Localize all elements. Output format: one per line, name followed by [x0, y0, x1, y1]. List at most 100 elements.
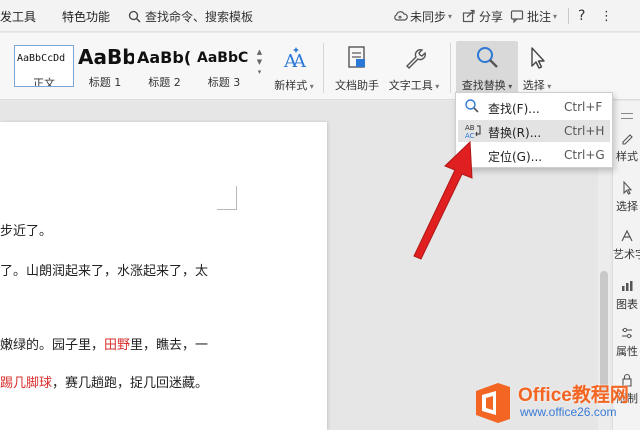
sliders-icon: [622, 327, 632, 339]
panel-select[interactable]: 选择: [613, 180, 640, 214]
pen-icon: [622, 134, 633, 145]
ribbon: AaBbCcDd 正文 AaBb 标题 1 AaBb( 标题 2 AaBbC 标…: [0, 33, 640, 100]
command-search[interactable]: 查找命令、搜索模板: [128, 6, 253, 26]
menu-item-label: 替换(R)...: [488, 126, 542, 140]
chevron-down-icon: ▾: [553, 11, 558, 21]
find-replace-button[interactable]: 查找替换 ▾: [456, 41, 518, 95]
style-heading-1[interactable]: AaBb 标题 1: [76, 45, 134, 87]
style-label: 标题 1: [88, 76, 122, 87]
select-button[interactable]: 选择 ▾: [518, 41, 556, 95]
search-icon: [465, 99, 479, 113]
annotate-button[interactable]: 批注 ▾: [510, 6, 557, 26]
sync-label: 未同步: [410, 9, 447, 24]
help-button[interactable]: ?: [578, 6, 585, 26]
watermark-brand: Office教程网: [518, 385, 629, 406]
panel-wordart-label: 艺术字: [613, 248, 640, 261]
menu-item-label: 查找(F)...: [488, 102, 540, 116]
style-heading-3[interactable]: AaBbC 标题 3: [195, 45, 253, 87]
style-label: 标题 3: [207, 76, 241, 87]
find-replace-label: 查找替换: [461, 79, 506, 92]
tab-special-features[interactable]: 特色功能: [62, 8, 110, 25]
style-gallery-scroll[interactable]: ▲ ▼ ▾: [255, 47, 264, 87]
menu-item-shortcut: Ctrl+F: [564, 100, 603, 114]
paragraph-line: 踢几脚球，赛几趟跑，捉几回迷藏。: [0, 372, 208, 391]
menu-item-shortcut: Ctrl+G: [564, 148, 605, 162]
style-heading-2[interactable]: AaBb( 标题 2: [135, 45, 194, 87]
svg-text:A: A: [292, 51, 307, 71]
highlight-text: 田野: [104, 338, 131, 353]
tab-bar: 发工具 特色功能 查找命令、搜索模板 未同步 ▾ 分享 批注 ▾ ? ⋮: [0, 0, 640, 32]
cursor-arrow-icon: [531, 47, 545, 69]
new-style-button[interactable]: AA 新样式 ▾: [268, 41, 320, 95]
chevron-down-icon: ▾: [544, 82, 552, 91]
wordart-icon: [621, 229, 633, 242]
text-run: ，赛几趟跑，捉几回迷藏。: [52, 376, 209, 391]
panel-properties-label: 属性: [616, 345, 638, 358]
text-run: 里，瞧去，一: [130, 338, 209, 353]
text-run: 嫩绿的。园子里，: [0, 338, 105, 353]
cloud-icon: [394, 11, 408, 21]
document-helper-icon: [348, 46, 365, 68]
paragraph-line: 步近了。: [0, 224, 53, 239]
tab-developer-tools[interactable]: 发工具: [0, 8, 36, 25]
panel-wordart[interactable]: 艺术字: [613, 229, 640, 262]
svg-text:AB: AB: [465, 124, 475, 132]
scrollbar-thumb[interactable]: [600, 271, 608, 391]
new-style-label: 新样式: [274, 79, 308, 92]
document-page[interactable]: 步近了。 了。山朗润起来了，水涨起来了，太 嫩绿的。园子里，田野里，瞧去，一 踢…: [0, 122, 327, 430]
comment-icon: [510, 10, 524, 23]
paragraph-line: 了。山朗润起来了，水涨起来了，太: [0, 264, 209, 279]
chevron-down-icon: ▾: [505, 82, 513, 91]
watermark-url: www.office26.com: [520, 405, 617, 419]
watermark: Office教程网 www.office26.com: [470, 376, 640, 430]
panel-chart-label: 图表: [616, 298, 638, 311]
search-placeholder: 查找命令、搜索模板: [145, 9, 254, 24]
doc-helper-button[interactable]: 文档助手: [330, 41, 384, 95]
sync-button[interactable]: 未同步 ▾: [393, 6, 452, 26]
menu-item-find[interactable]: 查找(F)... Ctrl+F: [458, 96, 610, 118]
menu-item-goto[interactable]: 定位(G)... Ctrl+G: [458, 144, 610, 166]
doc-helper-label: 文档助手: [335, 79, 379, 92]
wrench-icon: [406, 49, 426, 69]
menu-item-label: 定位(G)...: [488, 150, 543, 164]
text-tools-label: 文字工具: [388, 79, 433, 92]
share-button[interactable]: 分享: [462, 6, 503, 26]
panel-properties[interactable]: 属性: [613, 326, 640, 359]
office-logo-icon: [476, 383, 510, 423]
annotate-label: 批注: [527, 9, 552, 24]
panel-styles-label: 样式: [616, 150, 638, 163]
divider: [323, 43, 324, 93]
share-label: 分享: [479, 9, 504, 24]
menu-item-shortcut: Ctrl+H: [564, 124, 605, 138]
chart-icon: [622, 281, 633, 291]
magnifier-icon: [477, 47, 498, 68]
pointer-arrow: [413, 140, 473, 260]
more-icon: ⋮: [600, 8, 614, 24]
chevron-down-icon: ▾: [448, 11, 453, 21]
style-normal[interactable]: AaBbCcDd 正文: [14, 45, 74, 87]
style-label: 标题 2: [148, 76, 181, 87]
share-icon: [462, 9, 475, 23]
panel-select-label: 选择: [616, 200, 638, 213]
panel-chart[interactable]: 图表: [613, 279, 640, 312]
menu-item-replace[interactable]: AB AC 替换(R)... Ctrl+H: [458, 120, 610, 142]
search-icon: [128, 10, 141, 22]
divider: [568, 8, 569, 24]
chevron-down-icon: ▾: [432, 82, 440, 91]
style-sample: AaBb: [78, 45, 134, 69]
text-tools-button[interactable]: 文字工具 ▾: [384, 41, 444, 95]
more-button[interactable]: ⋮: [600, 6, 614, 26]
panel-collapse-handle[interactable]: [621, 113, 633, 119]
style-sample: AaBb(: [137, 48, 192, 67]
margin-corner-mark: [217, 186, 237, 210]
select-label: 选择: [522, 79, 545, 92]
new-style-icon: AA: [283, 47, 307, 71]
cursor-arrow-icon: [623, 180, 633, 195]
style-sample: AaBbCcDd: [17, 53, 66, 64]
divider: [450, 43, 451, 93]
chevron-down-icon: ▾: [307, 82, 314, 91]
highlight-text: 踢几脚球: [0, 376, 53, 391]
panel-styles[interactable]: 样式: [613, 131, 640, 164]
paragraph-line: 嫩绿的。园子里，田野里，瞧去，一: [0, 334, 208, 353]
style-label: 正文: [33, 77, 55, 87]
